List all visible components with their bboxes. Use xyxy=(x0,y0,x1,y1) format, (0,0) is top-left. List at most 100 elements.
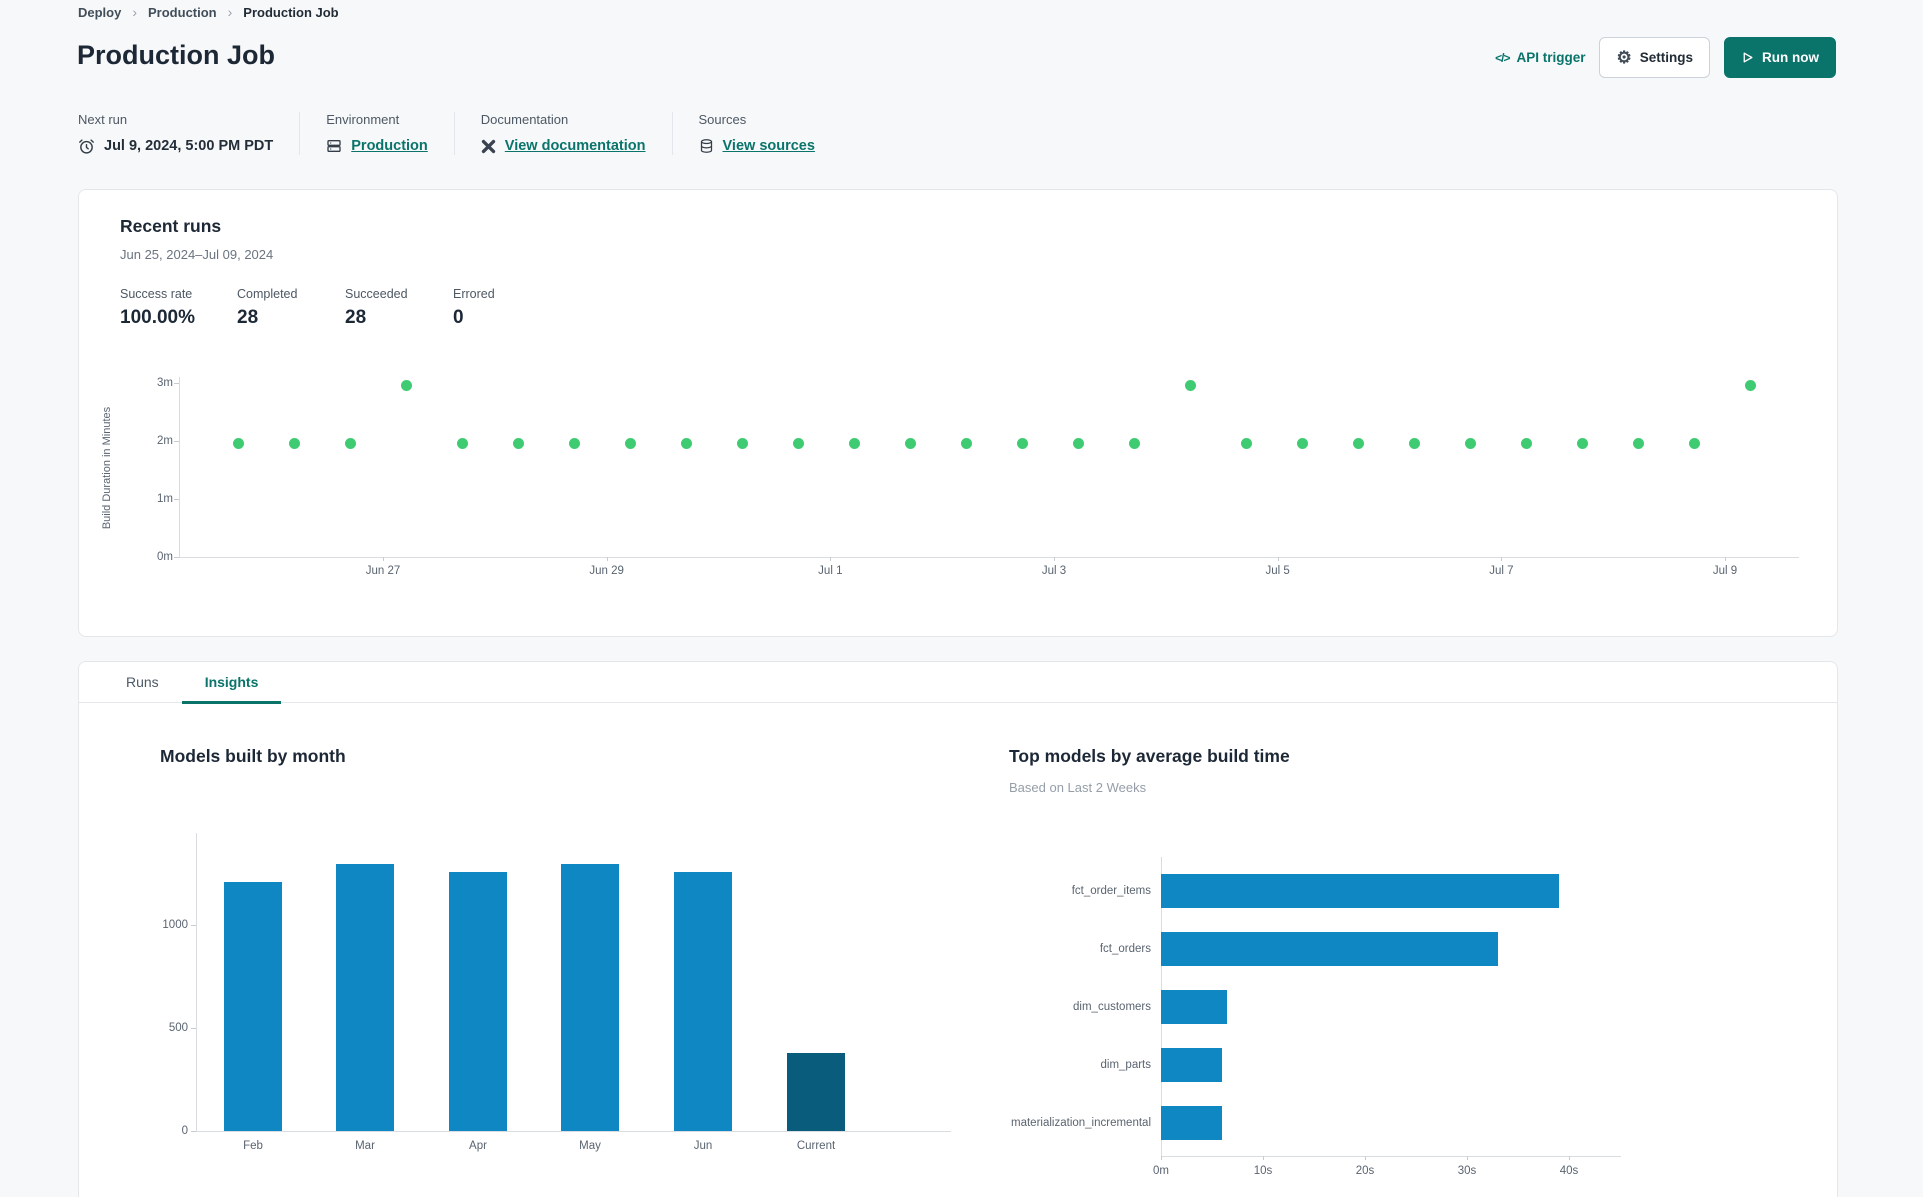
breadcrumb-item-production-job: Production Job xyxy=(243,4,339,20)
hbar-x-tick xyxy=(1263,1156,1264,1160)
run-now-button[interactable]: Run now xyxy=(1724,37,1836,78)
scatter-y-tick xyxy=(174,383,179,384)
scatter-x-tick xyxy=(1725,557,1727,561)
run-duration-dot xyxy=(1072,437,1084,449)
run-duration-dot xyxy=(1632,437,1644,449)
scatter-y-tick-label: 3m xyxy=(157,377,173,389)
scatter-y-tick xyxy=(174,441,179,442)
scatter-y-tick-label: 1m xyxy=(157,493,173,505)
info-link[interactable]: View documentation xyxy=(505,138,646,154)
scatter-x-tick-label: Jul 9 xyxy=(1712,565,1738,577)
hbar-x-tick xyxy=(1569,1156,1570,1160)
scatter-x-tick-label: Jun 29 xyxy=(589,565,624,577)
hbar-x-tick xyxy=(1365,1156,1366,1160)
run-duration-dot xyxy=(1296,437,1308,449)
top-models-chart: fct_order_items fct_orders dim_customers di… xyxy=(79,662,1837,1197)
run-duration-dot xyxy=(1352,437,1364,449)
info-bar: Next run Jul 9, 2024, 5:00 PM PDT Environm… xyxy=(78,112,867,155)
database-icon xyxy=(699,138,714,154)
chevron-right-icon: › xyxy=(227,4,233,20)
scatter-x-tick xyxy=(606,557,608,561)
scatter-y-axis xyxy=(179,377,180,557)
scatter-x-tick xyxy=(1501,557,1503,561)
hbar-fct_orders xyxy=(1161,932,1498,966)
clock-icon xyxy=(78,138,95,155)
run-duration-dot xyxy=(344,437,356,449)
run-duration-dot xyxy=(848,437,860,449)
hbar-row-label: dim_customers xyxy=(1073,1001,1151,1013)
hbar-x-tick-label: 10s xyxy=(1253,1165,1273,1177)
run-duration-dot xyxy=(568,437,580,449)
hbar-dim_parts xyxy=(1161,1048,1223,1082)
breadcrumb-item-production[interactable]: Production xyxy=(148,5,217,20)
api-trigger-label: API trigger xyxy=(1516,50,1586,65)
scatter-y-axis-title: Build Duration in Minutes xyxy=(101,406,113,530)
info-value: Jul 9, 2024, 5:00 PM PDT xyxy=(78,137,273,155)
scatter-x-tick-label: Jul 5 xyxy=(1265,565,1290,577)
hbar-row-label: dim_parts xyxy=(1100,1059,1152,1071)
scatter-y-tick-label: 2m xyxy=(157,435,173,447)
scatter-x-tick xyxy=(830,557,832,561)
breadcrumb-item-deploy[interactable]: Deploy xyxy=(78,5,121,20)
info-section-documentation: Documentation View documentation xyxy=(481,112,673,155)
info-label: Environment xyxy=(326,112,400,127)
gear-icon: ⚙ xyxy=(1616,48,1632,67)
run-duration-dot xyxy=(1408,437,1420,449)
run-duration-dot xyxy=(400,379,412,391)
hbar-row-label: materialization_incremental xyxy=(1011,1117,1151,1129)
hbar-row-label: fct_order_items xyxy=(1071,885,1151,897)
scatter-y-tick xyxy=(174,499,179,500)
run-duration-dot xyxy=(904,437,916,449)
scatter-y-tick-label: 0m xyxy=(157,551,173,563)
breadcrumb: Deploy › Production › Production Job xyxy=(78,4,339,20)
play-icon xyxy=(1741,51,1754,64)
run-now-label: Run now xyxy=(1762,50,1819,65)
production-job-page: Deploy › Production › Production Job Product… xyxy=(0,0,1923,1197)
info-section-sources: Sources View sources xyxy=(699,112,841,155)
scatter-y-tick xyxy=(174,557,179,558)
settings-button[interactable]: ⚙ Settings xyxy=(1599,37,1710,78)
run-duration-dot xyxy=(232,437,244,449)
chevron-right-icon: › xyxy=(132,4,138,20)
run-duration-dot xyxy=(680,437,692,449)
info-link[interactable]: View sources xyxy=(723,138,815,154)
hbar-dim_customers xyxy=(1161,990,1228,1024)
page-title: Production Job xyxy=(77,40,275,70)
run-duration-dot xyxy=(1576,437,1588,449)
run-duration-dot xyxy=(1184,379,1196,391)
header-actions: </> API trigger ⚙ Settings Run now xyxy=(1495,37,1836,78)
run-duration-dot xyxy=(1128,437,1140,449)
info-label: Next run xyxy=(78,112,128,127)
info-label: Sources xyxy=(698,112,747,127)
info-value: Production xyxy=(326,137,428,155)
code-icon: </> xyxy=(1495,50,1510,65)
scatter-x-tick-label: Jun 27 xyxy=(365,565,401,577)
scatter-x-axis xyxy=(179,557,1799,558)
recent-runs-card: Recent runs Jun 25, 2024–Jul 09, 2024 Su… xyxy=(78,189,1838,637)
info-section-next-run: Next run Jul 9, 2024, 5:00 PM PDT xyxy=(78,112,301,155)
hbar-materialization_incremental xyxy=(1161,1106,1223,1140)
run-duration-dot xyxy=(288,437,300,449)
info-link[interactable]: Production xyxy=(351,138,428,154)
info-label: Documentation xyxy=(480,112,569,127)
run-duration-dot xyxy=(1240,437,1252,449)
settings-label: Settings xyxy=(1639,50,1693,65)
hbar-x-tick xyxy=(1467,1156,1468,1160)
dbt-docs-icon xyxy=(481,139,496,154)
environment-icon xyxy=(326,138,342,154)
hbar-x-tick-label: 0m xyxy=(1153,1165,1169,1177)
insights-card: Runs Insights Models built by month 0 500 1… xyxy=(78,661,1838,1197)
info-text: Jul 9, 2024, 5:00 PM PDT xyxy=(104,138,274,154)
run-duration-dot xyxy=(1520,437,1532,449)
run-duration-dot xyxy=(1688,437,1700,449)
run-duration-dot xyxy=(1016,437,1028,449)
hbar-x-tick-label: 40s xyxy=(1559,1165,1579,1177)
run-duration-dot xyxy=(456,437,468,449)
hbar-x-tick xyxy=(1161,1156,1162,1160)
api-trigger-link[interactable]: </> API trigger xyxy=(1495,50,1585,65)
hbar-x-axis xyxy=(1161,1156,1621,1157)
run-duration-dot xyxy=(512,437,524,449)
scatter-x-tick-label: Jul 1 xyxy=(818,565,843,577)
run-duration-dot xyxy=(792,437,804,449)
run-duration-dot xyxy=(1464,437,1476,449)
